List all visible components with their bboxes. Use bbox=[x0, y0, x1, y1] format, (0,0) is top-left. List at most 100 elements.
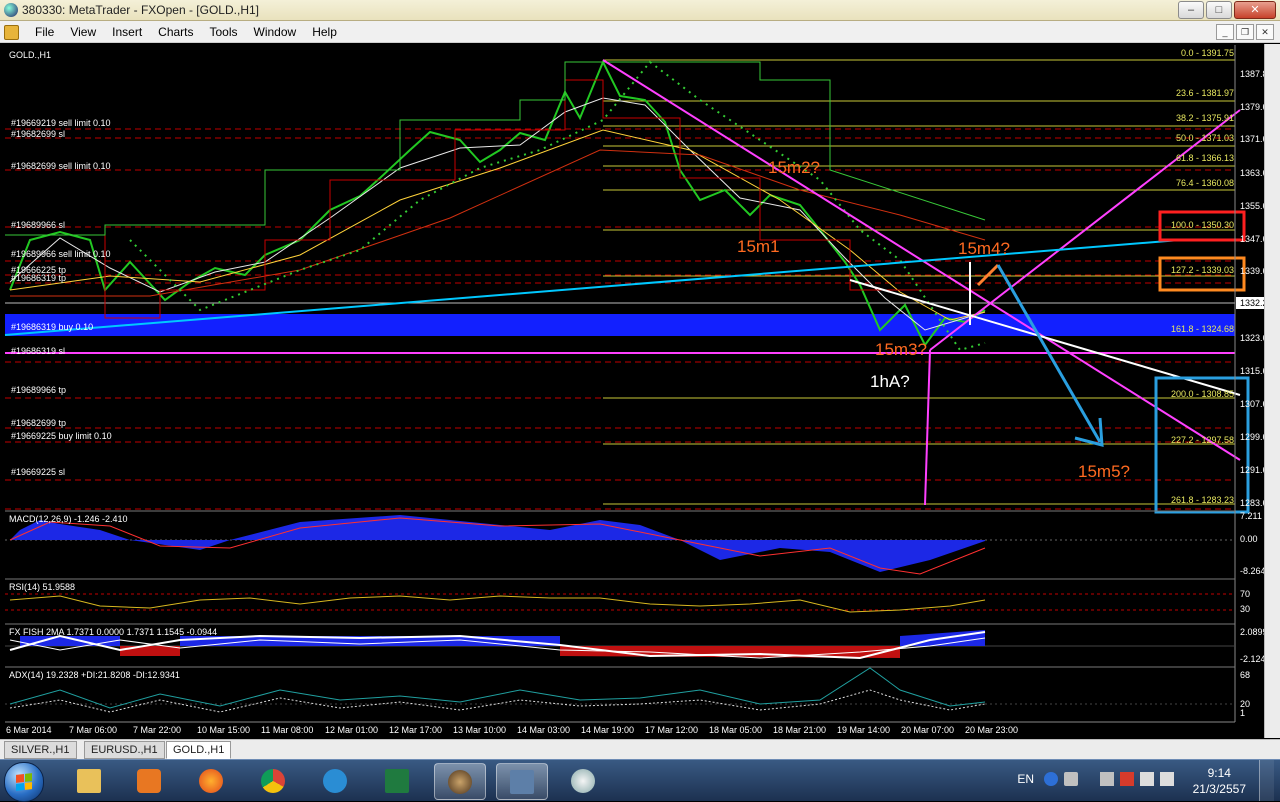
tab-gold[interactable]: GOLD.,H1 bbox=[166, 741, 232, 759]
windows-taskbar: EN 9:14 21/3/2557 bbox=[0, 759, 1280, 802]
chart-close-button[interactable]: ✕ bbox=[1256, 24, 1274, 40]
price-label: 1371.60 bbox=[1240, 134, 1264, 144]
menu-window[interactable]: Window bbox=[246, 24, 305, 40]
time-label: 7 Mar 22:00 bbox=[133, 725, 181, 735]
taskbar-explorer[interactable] bbox=[64, 763, 114, 798]
time-label: 14 Mar 19:00 bbox=[581, 725, 634, 735]
clock-date: 21/3/2557 bbox=[1192, 782, 1246, 796]
help-icon[interactable] bbox=[1044, 772, 1058, 786]
taskbar-chrome[interactable] bbox=[248, 763, 298, 798]
main-pane: GOLD.,H1 bbox=[4, 50, 1250, 514]
menu-insert[interactable]: Insert bbox=[104, 24, 150, 40]
taskbar-metatrader-2[interactable] bbox=[496, 763, 548, 800]
taskbar-excel[interactable] bbox=[372, 763, 422, 798]
menu-file[interactable]: File bbox=[27, 24, 62, 40]
time-label: 14 Mar 03:00 bbox=[517, 725, 570, 735]
internet-explorer-icon bbox=[323, 769, 347, 793]
annotation-1ha: 1hA? bbox=[870, 372, 910, 391]
order-label: #19689966 tp bbox=[11, 385, 66, 395]
fib-label: 38.2 - 1375.91 bbox=[1176, 113, 1234, 123]
excel-icon bbox=[385, 769, 409, 793]
tab-eurusd[interactable]: EURUSD.,H1 bbox=[84, 741, 165, 759]
price-label: 1339.60 bbox=[1240, 266, 1264, 276]
order-label: #19686319 buy 0.10 bbox=[11, 322, 93, 332]
time-label: 12 Mar 01:00 bbox=[325, 725, 378, 735]
price-label: 1347.60 bbox=[1240, 234, 1264, 244]
order-label: #19682699 sell limit 0.10 bbox=[11, 161, 111, 171]
volume-icon[interactable] bbox=[1160, 772, 1174, 786]
menu-view[interactable]: View bbox=[62, 24, 104, 40]
menu-charts[interactable]: Charts bbox=[150, 24, 201, 40]
time-label: 13 Mar 10:00 bbox=[453, 725, 506, 735]
fxfish-pane: FX FISH 2MA 1.7371 0.0000 1.7371 1.1545 … bbox=[5, 623, 1271, 664]
clock[interactable]: 9:14 21/3/2557 bbox=[1193, 765, 1246, 797]
window-titlebar: 380330: MetaTrader - FXOpen - [GOLD.,H1]… bbox=[0, 0, 1280, 21]
order-label: #19669219 sell limit 0.10 bbox=[11, 118, 111, 128]
order-label: #19689966 sl bbox=[11, 220, 65, 230]
maximize-button[interactable]: □ bbox=[1206, 1, 1232, 19]
windows-flag-icon bbox=[16, 773, 32, 791]
language-indicator[interactable]: EN bbox=[1017, 772, 1034, 786]
macd-tick: 0.00 bbox=[1240, 534, 1258, 544]
macd-tick: 7.211 bbox=[1240, 511, 1262, 521]
minimize-button[interactable]: – bbox=[1178, 1, 1204, 19]
chart-restore-button[interactable]: ❐ bbox=[1236, 24, 1254, 40]
vertical-scrollbar[interactable] bbox=[1264, 44, 1280, 738]
taskbar-paint[interactable] bbox=[558, 763, 608, 798]
network-icon[interactable] bbox=[1140, 772, 1154, 786]
fib-label: 127.2 - 1339.03 bbox=[1171, 265, 1234, 275]
fxfish-tick: -2.1247 bbox=[1240, 654, 1264, 664]
system-tray: EN 9:14 21/3/2557 bbox=[994, 760, 1274, 801]
show-desktop-button[interactable] bbox=[1259, 760, 1274, 801]
price-label: 1283.60 bbox=[1240, 498, 1264, 508]
fxfish-tick: 2.0899 bbox=[1240, 627, 1264, 637]
price-label: 1299.60 bbox=[1240, 432, 1264, 442]
chart-area[interactable]: GOLD.,H1 #19669219 sell limit 0.10 #1968… bbox=[0, 43, 1280, 739]
show-hidden-icons-icon[interactable] bbox=[1100, 772, 1114, 786]
taskbar-firefox[interactable] bbox=[186, 763, 236, 798]
macd-label: MACD(12,26,9) -1.246 -2.410 bbox=[9, 514, 128, 524]
fxfish-label: FX FISH 2MA 1.7371 0.0000 1.7371 1.1545 … bbox=[9, 627, 217, 637]
price-label: 1291.60 bbox=[1240, 465, 1264, 475]
chart-window-icon[interactable] bbox=[4, 25, 19, 40]
close-button[interactable]: ✕ bbox=[1234, 1, 1276, 19]
metatrader-app-icon bbox=[4, 3, 18, 17]
price-label: 1315.60 bbox=[1240, 366, 1264, 376]
taskbar-internet-explorer[interactable] bbox=[310, 763, 360, 798]
paint-icon bbox=[571, 769, 595, 793]
order-label: #19689966 sell limit 0.10 bbox=[11, 249, 111, 259]
terminal-window-icon bbox=[510, 770, 534, 794]
annotation-15m3: 15m3? bbox=[875, 340, 927, 359]
fib-label: 100.0 - 1350.30 bbox=[1171, 220, 1234, 230]
start-button[interactable] bbox=[4, 762, 44, 802]
fib-label: 50.0 - 1371.03 bbox=[1176, 133, 1234, 143]
menu-tools[interactable]: Tools bbox=[202, 24, 246, 40]
fib-label: 261.8 - 1283.23 bbox=[1171, 495, 1234, 505]
time-label: 10 Mar 15:00 bbox=[197, 725, 250, 735]
rsi-tick: 70 bbox=[1240, 589, 1250, 599]
price-label: 1323.60 bbox=[1240, 333, 1264, 343]
clock-time: 9:14 bbox=[1207, 766, 1231, 780]
taskbar-media-player[interactable] bbox=[124, 763, 174, 798]
annotation-15m5: 15m5? bbox=[1078, 462, 1130, 481]
time-label: 7 Mar 06:00 bbox=[69, 725, 117, 735]
time-label: 17 Mar 12:00 bbox=[645, 725, 698, 735]
chart-canvas[interactable]: GOLD.,H1 #19669219 sell limit 0.10 #1968… bbox=[0, 43, 1273, 739]
price-label: 1379.60 bbox=[1240, 102, 1264, 112]
price-label: 1355.60 bbox=[1240, 201, 1264, 211]
fib-label: 23.6 - 1381.97 bbox=[1176, 88, 1234, 98]
price-label: 1307.60 bbox=[1240, 399, 1264, 409]
time-axis: 6 Mar 2014 7 Mar 06:00 7 Mar 22:00 10 Ma… bbox=[5, 721, 1235, 735]
time-label: 20 Mar 07:00 bbox=[901, 725, 954, 735]
chrome-icon bbox=[261, 769, 285, 793]
menu-help[interactable]: Help bbox=[304, 24, 345, 40]
taskbar-metatrader-1[interactable] bbox=[434, 763, 486, 800]
price-label: 1387.80 bbox=[1240, 69, 1264, 79]
action-center-icon[interactable] bbox=[1120, 772, 1134, 786]
order-label: #19686319 sl bbox=[11, 346, 65, 356]
fib-label: 161.8 - 1324.68 bbox=[1171, 324, 1234, 334]
adx-label: ADX(14) 19.2328 +DI:21.8208 -DI:12.9341 bbox=[9, 670, 180, 680]
chart-minimize-button[interactable]: _ bbox=[1216, 24, 1234, 40]
tab-silver[interactable]: SILVER.,H1 bbox=[4, 741, 77, 759]
keyboard-icon[interactable] bbox=[1064, 772, 1078, 786]
